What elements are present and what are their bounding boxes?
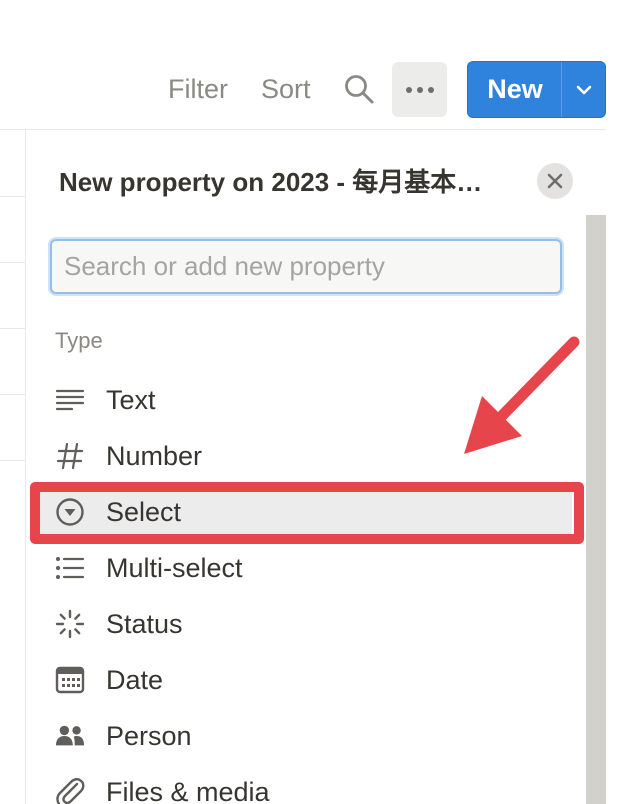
status-spinner-icon (55, 609, 85, 639)
new-button-group: New (467, 61, 606, 118)
panel-title: New property on 2023 - 每月基本… (59, 167, 483, 197)
calendar-icon (55, 665, 85, 695)
type-item-label: Person (106, 721, 192, 751)
panel-scrollbar[interactable] (586, 215, 606, 804)
new-property-panel: New property on 2023 - 每月基本… Type Text (26, 131, 606, 804)
search-icon[interactable] (343, 73, 375, 105)
table-row-divider (0, 460, 25, 461)
table-row-divider (0, 394, 25, 395)
list-icon (55, 553, 85, 583)
filter-button[interactable]: Filter (168, 72, 228, 106)
type-item-multi-select[interactable]: Multi-select (26, 540, 586, 596)
people-icon (55, 721, 85, 751)
type-item-label: Status (106, 609, 183, 639)
table-row-divider (0, 262, 25, 263)
type-section-label: Type (55, 328, 103, 353)
type-item-label: Number (106, 441, 203, 471)
property-search-input[interactable] (50, 239, 562, 294)
red-arrow-icon (464, 336, 580, 454)
paperclip-icon (55, 777, 85, 804)
select-circle-icon (55, 497, 85, 527)
type-item-person[interactable]: Person (26, 708, 586, 764)
type-item-label: Multi-select (106, 553, 243, 583)
text-lines-icon (55, 385, 85, 415)
table-row-divider (0, 196, 25, 197)
hash-icon (55, 441, 85, 471)
ellipsis-icon (405, 86, 412, 93)
type-item-status[interactable]: Status (26, 596, 586, 652)
type-item-files-media[interactable]: Files & media (26, 764, 586, 804)
chevron-down-icon (576, 85, 591, 94)
sort-button[interactable]: Sort (261, 72, 311, 106)
new-dropdown-button[interactable] (562, 62, 605, 117)
close-button[interactable] (537, 163, 573, 199)
table-row-divider (0, 328, 25, 329)
type-item-label: Select (106, 497, 182, 527)
close-icon (547, 173, 563, 189)
type-item-label: Text (106, 385, 156, 415)
ellipsis-dot (416, 86, 423, 93)
table-divider (0, 129, 606, 130)
new-button[interactable]: New (468, 62, 561, 117)
more-options-button[interactable] (392, 62, 447, 117)
ellipsis-dot (427, 86, 434, 93)
database-toolbar: Filter Sort New (0, 0, 636, 130)
type-item-label: Date (106, 665, 164, 695)
type-item-label: Files & media (106, 777, 270, 804)
type-item-date[interactable]: Date (26, 652, 586, 708)
